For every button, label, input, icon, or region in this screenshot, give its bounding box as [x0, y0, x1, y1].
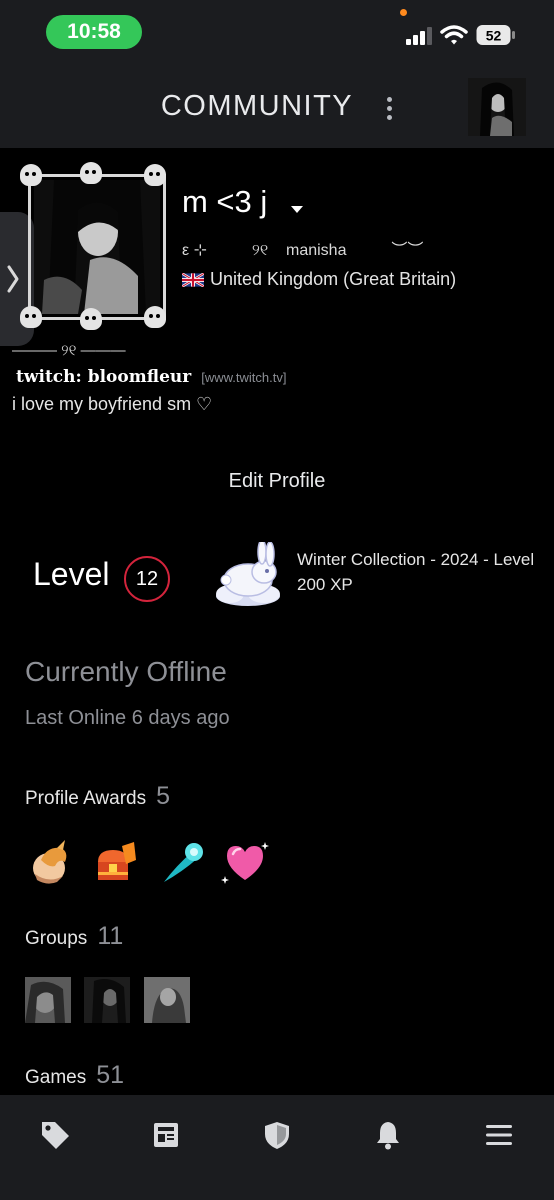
real-name: manisha [286, 242, 347, 259]
group-avatar-2[interactable] [84, 977, 130, 1023]
profile-avatar[interactable] [6, 162, 166, 330]
summary-divider: ——— ୨୧ ——— [12, 342, 126, 359]
status-time: 10:58 [46, 15, 142, 49]
news-icon[interactable] [150, 1119, 182, 1151]
games-count: 51 [96, 1061, 125, 1089]
uk-flag-icon [182, 272, 204, 287]
menu-icon[interactable] [483, 1119, 515, 1151]
notifications-bell-icon[interactable] [372, 1119, 404, 1151]
country-name: United Kingdom (Great Britain) [210, 269, 457, 289]
frame-skull-icon [144, 306, 166, 328]
games-label: Games [25, 1067, 87, 1088]
wifi-icon [440, 25, 468, 45]
guard-shield-icon[interactable] [261, 1119, 293, 1151]
battery-icon: 52 [476, 25, 515, 45]
comet-icon[interactable] [158, 838, 206, 886]
badge-title: Winter Collection - 2024 - Level [297, 550, 535, 569]
country-row: United Kingdom (Great Britain) [182, 269, 456, 290]
groups-count: 11 [97, 922, 124, 950]
real-name-suffix: ︶︶ [391, 242, 424, 259]
treasure-chest-icon[interactable] [92, 838, 140, 886]
group-avatar-1[interactable] [25, 977, 71, 1023]
battery-level: 52 [486, 28, 502, 44]
store-tag-icon[interactable] [39, 1119, 71, 1151]
griffin-egg-icon[interactable] [27, 838, 75, 886]
groups-label: Groups [25, 928, 88, 949]
frame-skull-icon [80, 162, 102, 184]
group-avatar-3[interactable] [144, 977, 190, 1023]
status-bar: 10:58 52 [0, 0, 554, 66]
page-title: COMMUNITY [160, 90, 354, 122]
real-name-mark: ୨୧ [251, 242, 269, 259]
bunny-badge-icon[interactable] [212, 542, 284, 608]
frame-skull-icon [20, 164, 42, 186]
twitch-link-row[interactable]: twitch: bloomfleur [www.twitch.tv] [16, 367, 286, 387]
avatar-frame-border [28, 174, 166, 320]
profile-name[interactable]: m <3 j [182, 184, 267, 220]
badge-xp: 200 XP [297, 575, 353, 594]
level-badge[interactable]: 12 [124, 556, 170, 602]
sparkle-heart-icon[interactable] [221, 838, 269, 886]
last-online: Last Online 6 days ago [25, 707, 230, 729]
profile-awards-count: 5 [156, 782, 171, 810]
app-header: COMMUNITY [0, 66, 554, 148]
twitch-domain: [www.twitch.tv] [201, 370, 287, 385]
profile-awards-header[interactable]: Profile Awards 5 [25, 782, 170, 811]
header-user-avatar[interactable] [468, 78, 526, 136]
groups-header[interactable]: Groups 11 [25, 922, 123, 951]
real-name-prefix: ε ⊹ [182, 242, 207, 259]
profile-bio: i love my boyfriend sm ♡ [12, 394, 213, 414]
level-label: Level [33, 556, 110, 592]
edit-profile-button[interactable]: Edit Profile [0, 470, 554, 493]
kebab-menu-icon[interactable] [380, 94, 398, 124]
frame-skull-icon [20, 306, 42, 328]
profile-awards-label: Profile Awards [25, 788, 147, 809]
real-name-row: ε ⊹ ୨୧ manisha ︶︶ [182, 236, 423, 260]
signal-icon [406, 27, 432, 45]
online-status: Currently Offline [25, 656, 227, 687]
twitch-link[interactable]: twitch: bloomfleur [16, 367, 191, 387]
privacy-indicator-dot [400, 9, 407, 16]
name-dropdown-caret-icon[interactable] [290, 204, 304, 214]
bottom-navigation [0, 1095, 554, 1200]
frame-skull-icon [144, 164, 166, 186]
frame-skull-icon [80, 308, 102, 330]
games-header[interactable]: Games 51 [25, 1061, 124, 1090]
